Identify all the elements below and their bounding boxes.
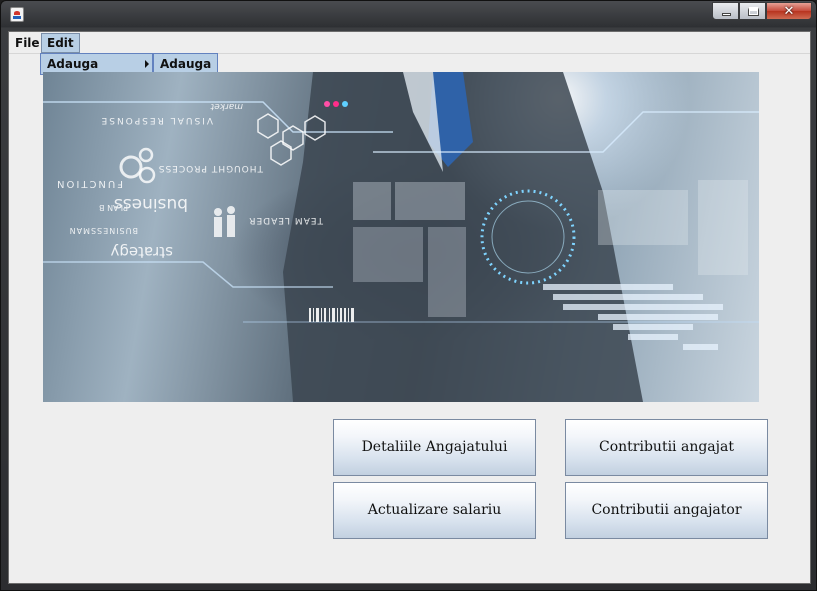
text-plan-b: PLAN B [99, 203, 128, 212]
text-businessman: BUSINESSMAN [69, 226, 138, 235]
minimize-button[interactable] [712, 2, 739, 20]
contributii-angajator-button[interactable]: Contributii angajator [565, 482, 768, 539]
submenu-item-label: Adauga [160, 57, 212, 71]
menu-edit[interactable]: Edit [41, 33, 80, 53]
close-button[interactable]: ✕ [766, 2, 812, 20]
contributii-angajat-button[interactable]: Contributii angajat [565, 419, 768, 476]
text-team-leader: TEAM LEADER [248, 215, 324, 225]
window-controls: ✕ [712, 2, 812, 21]
java-cup-icon[interactable] [10, 7, 24, 22]
maximize-button[interactable] [739, 2, 766, 20]
banner-graphic: VISUAL RESPONSE market THOUGHT PROCESS F… [43, 72, 759, 402]
application-window: ✕ File Edit Adauga utilizator Adauga [0, 0, 817, 591]
title-bar[interactable]: ✕ [1, 1, 817, 28]
close-icon: ✕ [783, 4, 795, 19]
text-visual-response: VISUAL RESPONSE [100, 115, 213, 125]
content-pane: File Edit Adauga utilizator Adauga [8, 31, 811, 584]
text-market: market [210, 101, 243, 111]
menu-bar: File Edit [9, 32, 810, 54]
actualizare-salariu-button[interactable]: Actualizare salariu [333, 482, 536, 539]
banner-image: VISUAL RESPONSE market THOUGHT PROCESS F… [43, 72, 759, 402]
text-function: FUNCTION [55, 178, 123, 189]
text-strategy: strategy [110, 243, 173, 261]
menu-file[interactable]: File [10, 33, 45, 53]
text-thought-process: THOUGHT PROCESS [158, 163, 264, 173]
submenu-arrow-icon [145, 60, 149, 68]
detalii-angajatului-button[interactable]: Detaliile Angajatului [333, 419, 536, 476]
